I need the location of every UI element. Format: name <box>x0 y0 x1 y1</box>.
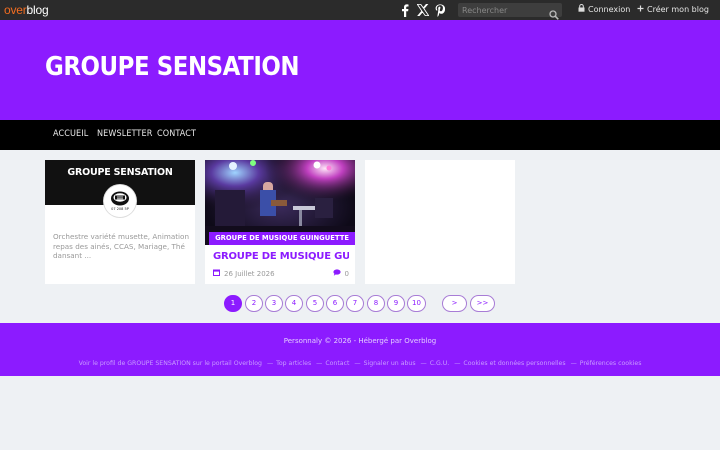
logo-part-over: over <box>4 3 27 17</box>
avatar-caption: 07 208 5P <box>111 207 129 211</box>
article-card[interactable]: GROUPE DE MUSIQUE GUINGUETTE GROUPE DE M… <box>205 160 355 284</box>
footer-link-top-articles[interactable]: Top articles <box>276 360 311 367</box>
profile-card-description: Orchestre variété musette, Animation rep… <box>53 232 190 260</box>
page-button-4[interactable]: 4 <box>285 295 303 312</box>
plus-icon <box>637 4 644 15</box>
site-footer: Personnaly © 2026 - Hébergé par Overblog… <box>0 323 720 376</box>
login-link[interactable]: Connexion <box>578 4 630 15</box>
create-blog-link[interactable]: Créer mon blog <box>637 4 709 15</box>
article-meta: 26 Juillet 2026 0 <box>213 269 349 279</box>
page-button-1[interactable]: 1 <box>224 295 242 312</box>
profile-card[interactable]: GROUPE SENSATION 07 208 5P Orchestre var… <box>45 160 195 284</box>
page-button-9[interactable]: 9 <box>387 295 405 312</box>
profile-prefix: Voir le profil de <box>78 360 128 367</box>
article-date: 26 Juillet 2026 <box>213 269 275 278</box>
footer-link-cookies[interactable]: Cookies et données personnelles <box>463 360 565 367</box>
search-input[interactable] <box>458 3 546 17</box>
profile-link[interactable]: GROUPE SENSATION <box>127 360 190 367</box>
footer-links: Voir le profil de GROUPE SENSATION sur l… <box>0 360 720 367</box>
category-badge[interactable]: GROUPE DE MUSIQUE GUINGUETTE <box>209 232 355 245</box>
footer-link-cookie-preferences[interactable]: Préférences cookies <box>580 360 642 367</box>
separator: — <box>354 360 361 367</box>
footer-link-contact[interactable]: Contact <box>325 360 349 367</box>
login-label: Connexion <box>588 5 631 14</box>
main-nav: ACCUEIL NEWSLETTER CONTACT <box>0 120 720 150</box>
facebook-icon[interactable] <box>401 3 409 17</box>
nav-item-accueil[interactable]: ACCUEIL <box>53 129 88 139</box>
nav-item-newsletter[interactable]: NEWSLETTER <box>97 129 152 139</box>
page-button-5[interactable]: 5 <box>306 295 324 312</box>
page-button-8[interactable]: 8 <box>367 295 385 312</box>
page-button-3[interactable]: 3 <box>265 295 283 312</box>
comment-icon <box>332 269 341 278</box>
search-box <box>458 3 562 20</box>
top-bar: overblog Connexion Créer mon blog <box>0 0 720 20</box>
host-link[interactable]: Overblog <box>404 337 436 345</box>
pinterest-icon[interactable] <box>435 3 445 17</box>
comment-count: 0 <box>344 269 349 278</box>
last-page-button[interactable]: >> <box>470 295 495 312</box>
article-image[interactable]: GROUPE DE MUSIQUE GUINGUETTE <box>205 160 355 245</box>
page-button-7[interactable]: 7 <box>346 295 364 312</box>
page-button-10[interactable]: 10 <box>407 295 426 312</box>
separator: — <box>570 360 577 367</box>
article-title[interactable]: GROUPE DE MUSIQUE GUINGUE… <box>213 251 349 262</box>
logo-part-blog: blog <box>26 3 49 17</box>
nav-item-contact[interactable]: CONTACT <box>157 129 196 139</box>
page-button-2[interactable]: 2 <box>245 295 263 312</box>
next-page-button[interactable]: > <box>442 295 467 312</box>
separator: — <box>420 360 427 367</box>
article-date-text: 26 Juillet 2026 <box>224 269 275 278</box>
calendar-icon <box>213 269 220 278</box>
lock-icon <box>578 4 585 15</box>
separator: — <box>454 360 461 367</box>
x-icon[interactable] <box>417 3 429 17</box>
footer-link-report-abuse[interactable]: Signaler un abus <box>364 360 416 367</box>
profile-card-title: GROUPE SENSATION <box>67 167 173 178</box>
separator: — <box>266 360 274 367</box>
avatar <box>104 185 136 217</box>
site-title[interactable]: GROUPE SENSATION <box>45 52 300 82</box>
create-blog-label: Créer mon blog <box>647 5 709 14</box>
separator: — <box>316 360 323 367</box>
footer-link-cgu[interactable]: C.G.U. <box>430 360 450 367</box>
page-button-6[interactable]: 6 <box>326 295 344 312</box>
empty-card <box>365 160 515 284</box>
footer-copyright: Personnaly © 2026 - Hébergé par Overblog <box>0 337 720 345</box>
profile-suffix: sur le portail Overblog <box>190 360 262 367</box>
copyright-text: Personnaly © 2026 - Hébergé par <box>283 337 405 345</box>
overblog-logo[interactable]: overblog <box>4 3 49 17</box>
site-header: GROUPE SENSATION <box>0 20 720 120</box>
article-comments[interactable]: 0 <box>332 269 349 278</box>
